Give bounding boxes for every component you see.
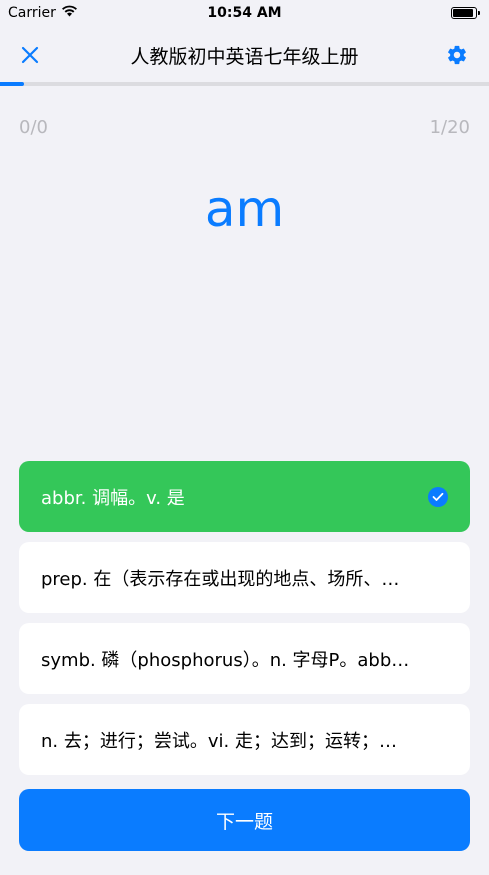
gear-icon xyxy=(448,45,466,65)
carrier-label: Carrier xyxy=(8,5,56,21)
answer-option-text: symb. 磷（phosphorus）。n. 字母P。abb… xyxy=(41,649,410,671)
battery-fill xyxy=(453,9,473,17)
answer-option-2[interactable]: prep. 在（表示存在或出现的地点、场所、… xyxy=(19,542,470,613)
page-title: 人教版初中英语七年级上册 xyxy=(130,45,359,68)
nav-bar: 人教版初中英语七年级上册 xyxy=(0,30,489,80)
answer-option-text: n. 去；进行；尝试。vi. 走；达到；运转；… xyxy=(41,730,397,752)
question-counter: 1/20 xyxy=(429,117,470,138)
quiz-word: am xyxy=(204,180,285,238)
battery-icon xyxy=(451,7,480,19)
answer-option-4[interactable]: n. 去；进行；尝试。vi. 走；达到；运转；… xyxy=(19,704,470,775)
close-button[interactable] xyxy=(18,43,42,67)
status-bar: Carrier 10:54 AM xyxy=(0,0,489,26)
next-question-button[interactable]: 下一题 xyxy=(19,789,470,851)
wifi-icon xyxy=(61,5,78,21)
close-icon xyxy=(21,46,39,64)
answer-option-1[interactable]: abbr. 调幅。v. 是 xyxy=(19,461,470,532)
score-counter: 0/0 xyxy=(19,117,48,138)
answer-option-3[interactable]: symb. 磷（phosphorus）。n. 字母P。abb… xyxy=(19,623,470,694)
status-left: Carrier xyxy=(8,5,78,21)
answer-option-text: abbr. 调幅。v. 是 xyxy=(41,487,185,509)
progress-bar xyxy=(0,82,489,86)
answer-option-text: prep. 在（表示存在或出现的地点、场所、… xyxy=(41,568,400,590)
checkmark-icon xyxy=(428,486,448,507)
settings-button[interactable] xyxy=(445,43,469,67)
progress-fill xyxy=(0,82,25,86)
